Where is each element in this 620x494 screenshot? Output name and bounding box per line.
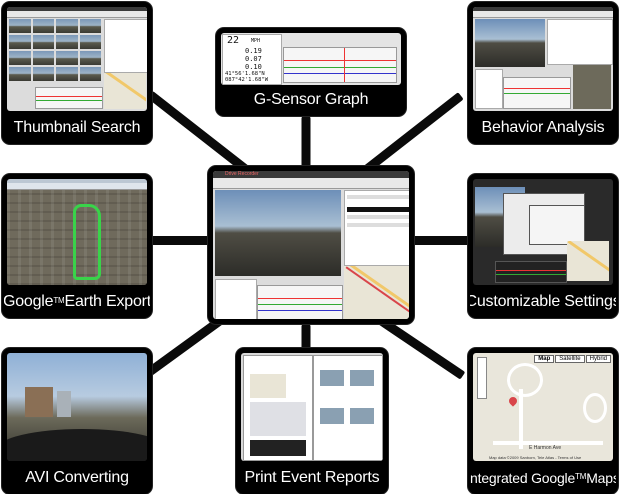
card-print-event-reports: Print Event Reports xyxy=(236,348,388,494)
label-google-earth-export: Google TM Earth Export xyxy=(2,293,152,310)
thumbnail-search-screenshot xyxy=(7,7,147,111)
print-event-reports-screenshot xyxy=(241,353,383,461)
maps-type-tabs: Map Satellite Hybrid xyxy=(534,355,611,363)
maps-marker-icon[interactable] xyxy=(507,395,519,407)
card-thumbnail-search: Thumbnail Search xyxy=(2,2,152,144)
avi-converting-screenshot xyxy=(7,353,147,461)
g-sensor-plot xyxy=(283,47,397,83)
label-g-sensor-graph: G-Sensor Graph xyxy=(253,91,369,108)
google-maps-screenshot: Map Satellite Hybrid E Harmon Ave Map da… xyxy=(473,353,613,461)
center-graph xyxy=(257,285,343,319)
g-sensor-readout: 22 MPH 0.19 0.07 0.10 41°56'1.68"N 087°4… xyxy=(222,34,282,85)
settings-subdialog xyxy=(529,205,585,245)
maps-footer: Map data ©2009 Sanborn, Tele Atlas - Ter… xyxy=(489,455,582,460)
card-google-earth-export: Google TM Earth Export xyxy=(2,174,152,318)
center-video-view xyxy=(215,190,341,276)
center-readout xyxy=(215,279,257,319)
center-app-screenshot: Drive Recorder xyxy=(213,171,409,319)
center-event-list xyxy=(344,190,409,266)
center-map xyxy=(344,266,409,319)
center-toolbar xyxy=(213,178,409,189)
connector-right xyxy=(408,236,470,245)
maps-tab-hybrid[interactable]: Hybrid xyxy=(585,355,611,363)
behavior-analysis-screenshot xyxy=(473,7,613,111)
card-customizable-settings: Customizable Settings xyxy=(468,174,618,318)
label-print-event-reports: Print Event Reports xyxy=(244,469,380,486)
google-earth-screenshot xyxy=(7,179,147,285)
feature-diagram: Drive Recorder Thumbnail Search 22 MPH 0… xyxy=(0,0,620,494)
center-title-bar: Drive Recorder xyxy=(213,171,409,178)
report-page-2 xyxy=(313,355,383,461)
report-page-1 xyxy=(243,355,313,461)
card-g-sensor-graph: 22 MPH 0.19 0.07 0.10 41°56'1.68"N 087°4… xyxy=(216,28,406,116)
maps-tab-map[interactable]: Map xyxy=(534,355,555,363)
thumbnail-grid xyxy=(9,19,101,81)
card-behavior-analysis: Behavior Analysis xyxy=(468,2,618,144)
maps-tab-satellite[interactable]: Satellite xyxy=(555,355,585,363)
label-integrated-google-maps: Integrated Google TM Maps xyxy=(468,470,618,486)
maps-street-label: E Harmon Ave xyxy=(529,445,562,451)
center-app-card: Drive Recorder xyxy=(208,166,414,324)
card-integrated-google-maps: Map Satellite Hybrid E Harmon Ave Map da… xyxy=(468,348,618,494)
label-avi-converting: AVI Converting xyxy=(25,469,129,486)
customizable-settings-screenshot xyxy=(473,179,613,285)
maps-zoom-control[interactable] xyxy=(477,357,487,399)
label-thumbnail-search: Thumbnail Search xyxy=(13,119,141,136)
g-sensor-screenshot: 22 MPH 0.19 0.07 0.10 41°56'1.68"N 087°4… xyxy=(221,33,401,85)
card-avi-converting: AVI Converting xyxy=(2,348,152,494)
label-behavior-analysis: Behavior Analysis xyxy=(481,119,605,136)
connector-left xyxy=(150,236,212,245)
label-customizable-settings: Customizable Settings xyxy=(468,293,618,310)
google-earth-aerial xyxy=(7,190,147,285)
